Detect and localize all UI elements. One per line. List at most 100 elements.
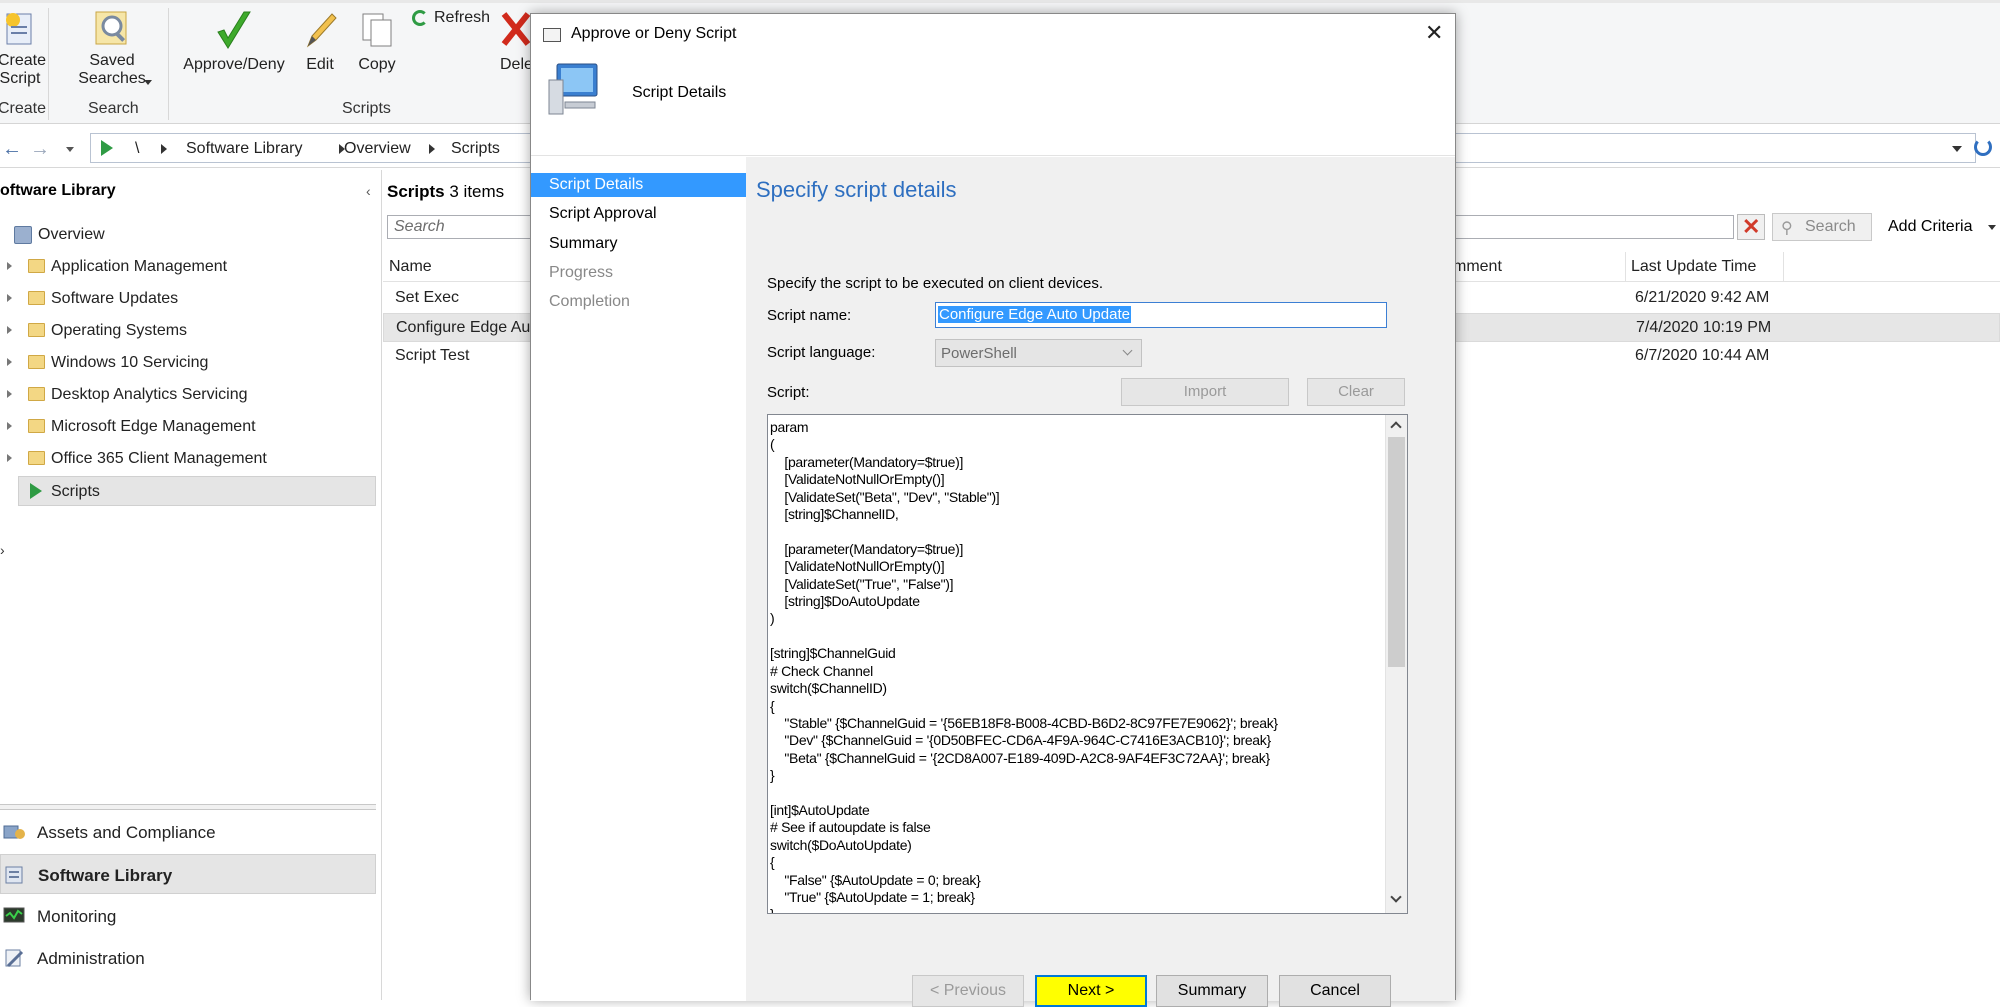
row-last-update: 6/7/2020 10:44 AM: [1635, 347, 1770, 364]
back-arrow-icon[interactable]: ←: [2, 138, 22, 161]
address-dropdown-icon[interactable]: [1952, 146, 1962, 152]
script-name-field[interactable]: Configure Edge Auto Update: [935, 302, 1387, 328]
import-button[interactable]: Import: [1121, 378, 1289, 406]
results-item-count: 3 items: [449, 182, 505, 201]
console-root-icon[interactable]: [101, 140, 113, 156]
nav-item-desktop-analytics-servicing[interactable]: Desktop Analytics Servicing: [0, 380, 380, 410]
dialog-title-bar[interactable]: Approve or Deny Script ✕: [531, 14, 1455, 54]
column-divider[interactable]: [1625, 252, 1626, 282]
copy-button[interactable]: Copy: [352, 8, 402, 74]
edit-button[interactable]: Edit: [298, 8, 342, 74]
page-title: Specify script details: [756, 177, 957, 202]
clear-button[interactable]: Clear: [1307, 378, 1405, 406]
nav-item-microsoft-edge-management[interactable]: Microsoft Edge Management: [0, 412, 380, 442]
nav-item-label: Overview: [38, 226, 105, 243]
nav-item-scripts[interactable]: Scripts: [18, 476, 376, 506]
nav-item-label: Software Updates: [51, 290, 179, 307]
history-dropdown-icon[interactable]: [66, 147, 74, 152]
folder-icon: [28, 451, 45, 465]
breadcrumb-scripts[interactable]: Scripts: [451, 140, 500, 158]
script-language-value: PowerShell: [941, 345, 1017, 362]
wizard-step-label: Script Details: [549, 176, 644, 193]
wizard-step-script-details[interactable]: Script Details: [531, 173, 746, 197]
workspace-label: Software Library: [38, 866, 173, 885]
search-button-label: Search: [1805, 218, 1856, 235]
dialog-window-icon: [543, 28, 561, 42]
refresh-view-icon[interactable]: [1974, 138, 1992, 156]
create-script-button[interactable]: Create Script: [0, 8, 47, 88]
workspace-software-library[interactable]: Software Library: [0, 854, 376, 894]
expand-arrow-icon[interactable]: [7, 358, 12, 366]
expand-arrow-icon[interactable]: [7, 422, 12, 430]
nav-item-office-365-client-management[interactable]: Office 365 Client Management: [0, 444, 380, 474]
chevron-down-icon: [1988, 225, 1996, 230]
forward-arrow-icon[interactable]: →: [30, 138, 50, 161]
wizard-steps: Script Details Script Approval Summary P…: [531, 157, 746, 1001]
nav-item-operating-systems[interactable]: Operating Systems: [0, 316, 380, 346]
workspace-monitoring[interactable]: Monitoring: [0, 896, 376, 936]
breadcrumb-overview[interactable]: Overview: [344, 140, 411, 158]
nav-item-software-updates[interactable]: Software Updates: [0, 284, 380, 314]
scroll-down-icon[interactable]: [1390, 891, 1402, 903]
saved-searches-button[interactable]: Saved Searches: [68, 8, 156, 88]
script-scrollbar[interactable]: [1385, 415, 1407, 913]
column-header-name[interactable]: Name: [389, 258, 432, 276]
nav-item-overview[interactable]: Overview: [0, 220, 380, 250]
collapse-pane-icon[interactable]: ‹: [366, 183, 371, 199]
breadcrumb-root[interactable]: \: [135, 140, 139, 158]
breadcrumb-separator: [161, 144, 167, 154]
next-button[interactable]: Next >: [1035, 975, 1147, 1007]
breadcrumb-separator: [429, 144, 435, 154]
row-name: Configure Edge Au: [396, 319, 531, 336]
expand-arrow-icon[interactable]: [7, 294, 12, 302]
approve-deny-button[interactable]: Approve/Deny: [178, 8, 290, 74]
expand-arrow-icon[interactable]: [7, 454, 12, 462]
script-language-select[interactable]: PowerShell: [935, 339, 1142, 367]
script-language-label: Script language:: [767, 344, 876, 361]
cancel-button[interactable]: Cancel: [1279, 975, 1391, 1007]
column-header-comment[interactable]: mment: [1453, 258, 1502, 276]
scroll-up-icon[interactable]: [1390, 421, 1402, 433]
script-editor[interactable]: param ( [parameter(Mandatory=$true)] [Va…: [767, 414, 1408, 914]
scrollbar-thumb[interactable]: [1388, 437, 1405, 667]
wizard-step-label: Script Approval: [549, 205, 657, 222]
row-last-update: 6/21/2020 9:42 AM: [1635, 289, 1770, 306]
summary-button[interactable]: Summary: [1156, 975, 1268, 1007]
nav-item-application-management[interactable]: Application Management: [0, 252, 380, 282]
wizard-step-script-approval[interactable]: Script Approval: [531, 202, 746, 226]
create-script-icon: [6, 13, 32, 45]
breadcrumb-software-library[interactable]: Software Library: [186, 140, 303, 158]
nav-item-windows-10-servicing[interactable]: Windows 10 Servicing: [0, 348, 380, 378]
expand-arrow-icon[interactable]: [7, 390, 12, 398]
create-script-label: Create Script: [0, 52, 47, 87]
clear-search-button[interactable]: ✕: [1737, 214, 1765, 240]
overview-icon: [14, 226, 32, 244]
workspace-assets-and-compliance[interactable]: Assets and Compliance: [0, 812, 376, 852]
add-criteria-label: Add Criteria: [1888, 218, 1973, 235]
workspace-administration[interactable]: Administration: [0, 938, 376, 978]
previous-button[interactable]: < Previous: [912, 975, 1024, 1007]
expand-pane-icon[interactable]: ›: [0, 542, 5, 558]
column-divider[interactable]: [1783, 252, 1784, 282]
add-criteria-button[interactable]: Add Criteria: [1888, 218, 1996, 236]
administration-icon: [5, 949, 24, 968]
copy-label: Copy: [358, 56, 396, 73]
workspace-splitter[interactable]: [0, 804, 376, 810]
close-icon[interactable]: ✕: [1425, 20, 1443, 46]
delete-button[interactable]: Dele: [500, 8, 530, 74]
navigation-pane: oftware Library ‹ Overview Application M…: [0, 170, 382, 1000]
chevron-down-icon: [1122, 345, 1133, 356]
navigation-pane-title: oftware Library: [0, 182, 116, 199]
wizard-step-summary[interactable]: Summary: [531, 232, 746, 256]
dialog-title: Approve or Deny Script: [571, 25, 737, 42]
folder-icon: [28, 259, 45, 273]
delete-icon: [501, 12, 530, 46]
expand-arrow-icon[interactable]: [7, 262, 12, 270]
wizard-step-completion: Completion: [531, 290, 746, 314]
nav-item-label: Operating Systems: [51, 322, 188, 339]
column-header-last-update[interactable]: Last Update Time: [1631, 258, 1756, 276]
search-button[interactable]: ⚲ Search: [1772, 213, 1872, 241]
group-label-scripts: Scripts: [342, 100, 391, 117]
row-name: Script Test: [395, 347, 470, 364]
expand-arrow-icon[interactable]: [7, 326, 12, 334]
